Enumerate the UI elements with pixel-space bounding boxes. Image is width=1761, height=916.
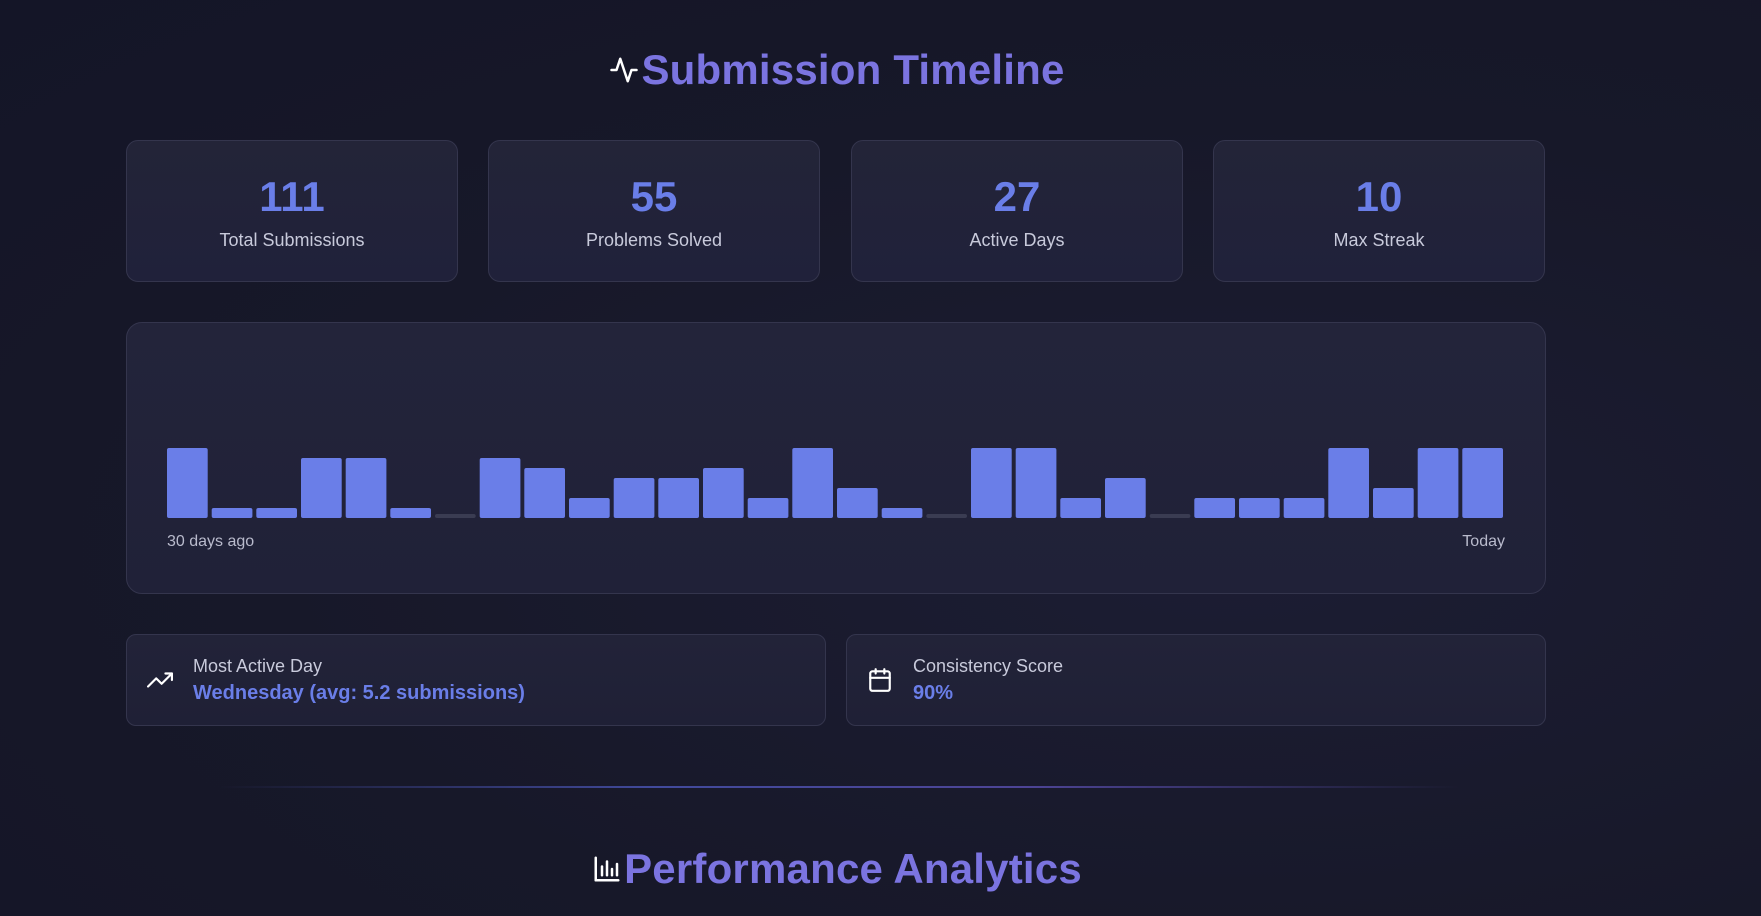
chart-bar-day-20[interactable] <box>1015 448 1057 518</box>
chart-bar-day-21[interactable] <box>1060 498 1101 518</box>
stat-card-max-streak: 10 Max Streak <box>1213 140 1545 282</box>
chart-bar-day-4[interactable] <box>301 458 342 518</box>
stat-value: 27 <box>993 172 1041 220</box>
chart-bar-day-14[interactable] <box>747 498 789 518</box>
chart-bar-day-3[interactable] <box>256 508 297 518</box>
chart-bar-day-17[interactable] <box>881 508 923 518</box>
stat-label: Total Submissions <box>219 229 365 250</box>
stat-value: 111 <box>259 172 325 220</box>
most-active-day-value: Wednesday (avg: 5.2 submissions) <box>193 681 525 704</box>
chart-bar-day-12[interactable] <box>658 478 699 518</box>
submission-timeline-title-text: Submission Timeline <box>641 46 1065 93</box>
stat-label: Problems Solved <box>585 229 723 250</box>
stat-card-active-days: 27 Active Days <box>851 140 1183 282</box>
chart-bar-day-10[interactable] <box>569 498 610 518</box>
chart-bar-day-27[interactable] <box>1328 448 1369 518</box>
consistency-score-card: Consistency Score 90% <box>846 634 1546 726</box>
stat-label: Active Days <box>969 229 1065 250</box>
chart-bar-day-8[interactable] <box>479 458 521 518</box>
chart-bar-day-6[interactable] <box>390 508 431 518</box>
stat-value: 55 <box>630 172 678 220</box>
chart-bar-day-30[interactable] <box>1462 448 1503 518</box>
chart-bar-day-29[interactable] <box>1417 448 1459 518</box>
submission-bar-chart <box>167 448 1503 518</box>
chart-bar-day-11[interactable] <box>613 478 655 518</box>
consistency-score-value: 90% <box>913 681 954 704</box>
chart-bar-day-2[interactable] <box>211 508 253 518</box>
chart-bar-day-25[interactable] <box>1239 498 1280 518</box>
bar-chart-icon <box>592 854 622 884</box>
trending-up-icon <box>147 667 173 693</box>
chart-bar-day-23[interactable] <box>1149 514 1191 518</box>
submission-timeline-title: Submission Timeline <box>0 46 1674 94</box>
chart-bar-day-1[interactable] <box>167 448 208 518</box>
stat-value: 10 <box>1355 172 1403 220</box>
chart-bar-day-26[interactable] <box>1283 498 1325 518</box>
chart-start-label: 30 days ago <box>167 533 255 550</box>
chart-end-label: Today <box>1462 533 1505 550</box>
chart-bar-day-28[interactable] <box>1373 488 1414 518</box>
activity-icon <box>609 55 639 85</box>
chart-bar-day-13[interactable] <box>703 468 744 518</box>
stat-label: Max Streak <box>1333 229 1425 250</box>
stat-card-problems-solved: 55 Problems Solved <box>488 140 820 282</box>
calendar-icon <box>867 667 893 693</box>
chart-bar-day-7[interactable] <box>435 514 476 518</box>
performance-analytics-title: Performance Analytics <box>0 845 1674 893</box>
most-active-day-label: Most Active Day <box>193 655 323 676</box>
submission-chart-card: 30 days ago Today <box>126 322 1546 594</box>
consistency-score-label: Consistency Score <box>913 655 1064 676</box>
section-divider <box>220 786 1460 788</box>
chart-bar-day-9[interactable] <box>524 468 565 518</box>
chart-bar-day-24[interactable] <box>1194 498 1235 518</box>
stat-card-total-submissions: 111 Total Submissions <box>126 140 458 282</box>
most-active-day-card: Most Active Day Wednesday (avg: 5.2 subm… <box>126 634 826 726</box>
chart-bar-day-22[interactable] <box>1105 478 1146 518</box>
chart-bar-day-18[interactable] <box>926 514 967 518</box>
chart-bar-day-16[interactable] <box>837 488 878 518</box>
performance-analytics-title-text: Performance Analytics <box>624 845 1082 892</box>
chart-bar-day-19[interactable] <box>971 448 1012 518</box>
chart-bar-day-15[interactable] <box>792 448 833 518</box>
chart-bar-day-5[interactable] <box>345 458 387 518</box>
